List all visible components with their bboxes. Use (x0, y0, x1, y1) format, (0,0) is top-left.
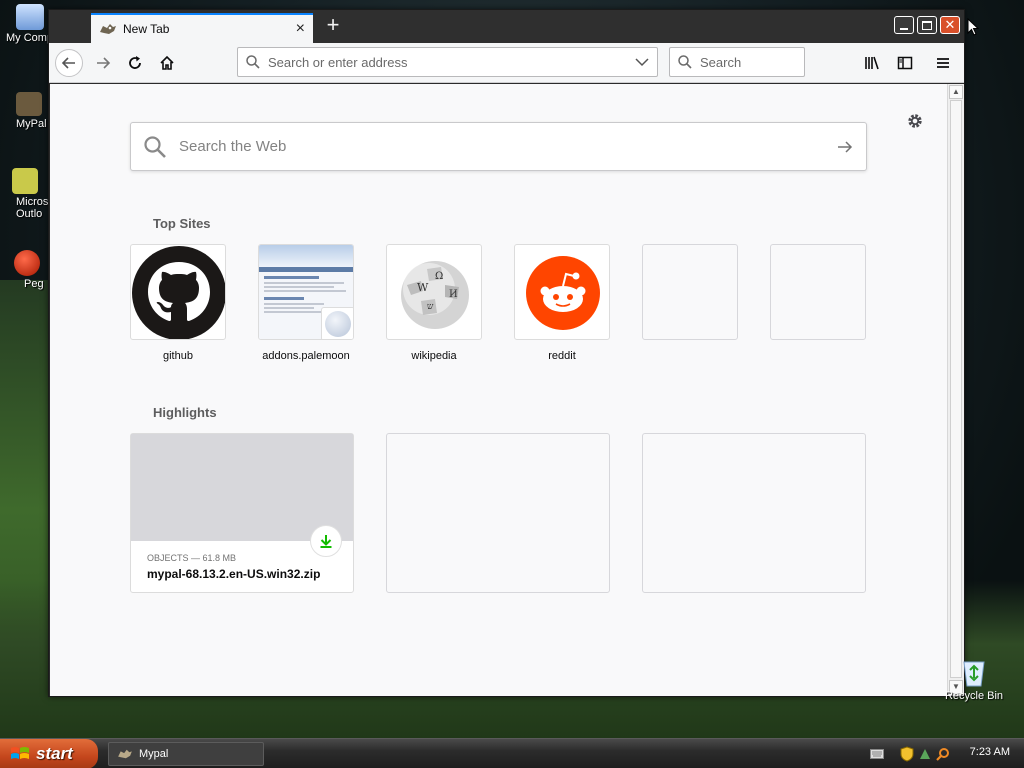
system-clock[interactable]: 7:23 AM (970, 746, 1010, 758)
search-input[interactable] (700, 54, 876, 70)
mypal-favicon-icon (118, 749, 132, 759)
mypal-icon (16, 92, 42, 116)
highlight-filename: mypal-68.13.2.en-US.win32.zip (147, 567, 321, 581)
site-icon-overlay (321, 307, 353, 339)
top-site-tile-addons-palemoon[interactable] (258, 244, 354, 340)
wikipedia-globe-icon: W Ω И ש (401, 261, 469, 329)
arrow-left-icon (61, 57, 75, 69)
windows-flag-icon (11, 747, 29, 759)
gear-icon[interactable] (906, 112, 924, 130)
desktop-icon-label: Micros Outlo (16, 196, 49, 220)
close-window-button[interactable]: ✕ (940, 16, 960, 34)
address-input[interactable] (268, 54, 635, 70)
svg-text:W: W (417, 281, 429, 294)
taskbar-item-label: Mypal (139, 748, 169, 760)
taskbar-item-mypal[interactable]: Mypal (108, 742, 264, 766)
keyboard-icon[interactable] (870, 749, 884, 759)
close-icon: ✕ (944, 17, 956, 32)
top-site-tile-github[interactable] (130, 244, 226, 340)
reddit-icon (526, 256, 600, 330)
search-icon (246, 55, 260, 69)
library-icon (865, 56, 879, 70)
tab-title: New Tab (123, 22, 170, 36)
scroll-up-arrow-icon[interactable]: ▲ (949, 85, 963, 99)
svg-text:ש: ש (427, 302, 434, 312)
highlight-card-empty (386, 433, 610, 593)
address-bar[interactable] (237, 47, 658, 77)
library-button[interactable] (859, 49, 887, 77)
highlight-card-empty (642, 433, 866, 593)
vertical-scrollbar[interactable]: ▲ ▼ (947, 84, 964, 696)
mouse-cursor-icon (967, 18, 979, 36)
hamburger-menu-icon (937, 58, 949, 68)
top-site-tile-empty[interactable] (770, 244, 866, 340)
navigation-toolbar (49, 43, 964, 83)
top-site-tile-wikipedia[interactable]: W Ω И ש (386, 244, 482, 340)
desktop-icon-recycle-bin[interactable]: Recycle Bin (944, 656, 1004, 702)
forward-button[interactable] (89, 49, 117, 77)
top-site-label: wikipedia (411, 350, 457, 362)
highlight-meta: OBJECTS — 61.8 MB (147, 553, 237, 563)
network-icon[interactable] (918, 747, 932, 761)
computer-icon (16, 4, 44, 30)
svg-text:И: И (449, 289, 458, 300)
top-site-label: addons.palemoon (262, 350, 350, 362)
tab-strip: New Tab × + ✕ (49, 10, 964, 43)
maximize-icon (922, 20, 932, 30)
top-sites-heading: Top Sites (153, 216, 211, 231)
security-shield-icon[interactable] (900, 746, 914, 762)
recycle-bin-label: Recycle Bin (944, 690, 1004, 702)
pegasus-icon (14, 250, 40, 276)
highlights-heading: Highlights (153, 405, 217, 420)
menu-button[interactable] (929, 49, 957, 77)
chevron-down-icon[interactable] (635, 57, 649, 67)
tab-close-icon[interactable]: × (296, 21, 305, 37)
reload-button[interactable] (121, 49, 149, 77)
start-button[interactable]: start (0, 739, 98, 768)
browser-window: New Tab × + ✕ Search or enter address Se… (48, 9, 965, 697)
new-tab-plus-icon[interactable]: + (321, 14, 345, 38)
top-site-label: reddit (548, 350, 576, 362)
sidebar-icon (897, 56, 913, 70)
minimize-icon (900, 28, 908, 30)
home-icon (160, 55, 174, 70)
new-tab-page: Top Sites github (50, 84, 948, 696)
reload-icon (129, 56, 141, 69)
highlight-card[interactable]: OBJECTS — 61.8 MB mypal-68.13.2.en-US.wi… (130, 433, 354, 593)
mypal-favicon-icon (100, 24, 116, 34)
sidebar-button[interactable] (891, 49, 919, 77)
search-icon (678, 55, 692, 69)
web-search-input[interactable] (179, 138, 836, 155)
svg-text:Ω: Ω (435, 271, 443, 282)
download-badge (310, 525, 342, 557)
maximize-button[interactable] (917, 16, 937, 34)
search-bar[interactable] (669, 47, 876, 77)
arrow-right-icon (97, 57, 111, 69)
download-arrow-icon (320, 535, 332, 548)
search-tray-icon[interactable] (936, 747, 950, 761)
top-site-tile-empty[interactable] (642, 244, 738, 340)
top-site-label: github (163, 350, 193, 362)
search-icon (144, 135, 166, 158)
outlook-icon (12, 168, 38, 194)
github-icon (132, 246, 225, 339)
top-site-tile-reddit[interactable] (514, 244, 610, 340)
scroll-thumb[interactable] (950, 100, 962, 678)
back-button[interactable] (55, 49, 83, 77)
arrow-right-icon[interactable] (836, 138, 854, 156)
start-label: start (36, 744, 73, 763)
web-search-box[interactable] (130, 122, 867, 171)
taskbar: start Mypal 7:23 AM (0, 738, 1024, 768)
recycle-bin-icon (963, 661, 985, 687)
minimize-button[interactable] (894, 16, 914, 34)
tab-new-tab[interactable]: New Tab × (91, 13, 313, 43)
home-button[interactable] (153, 49, 181, 77)
